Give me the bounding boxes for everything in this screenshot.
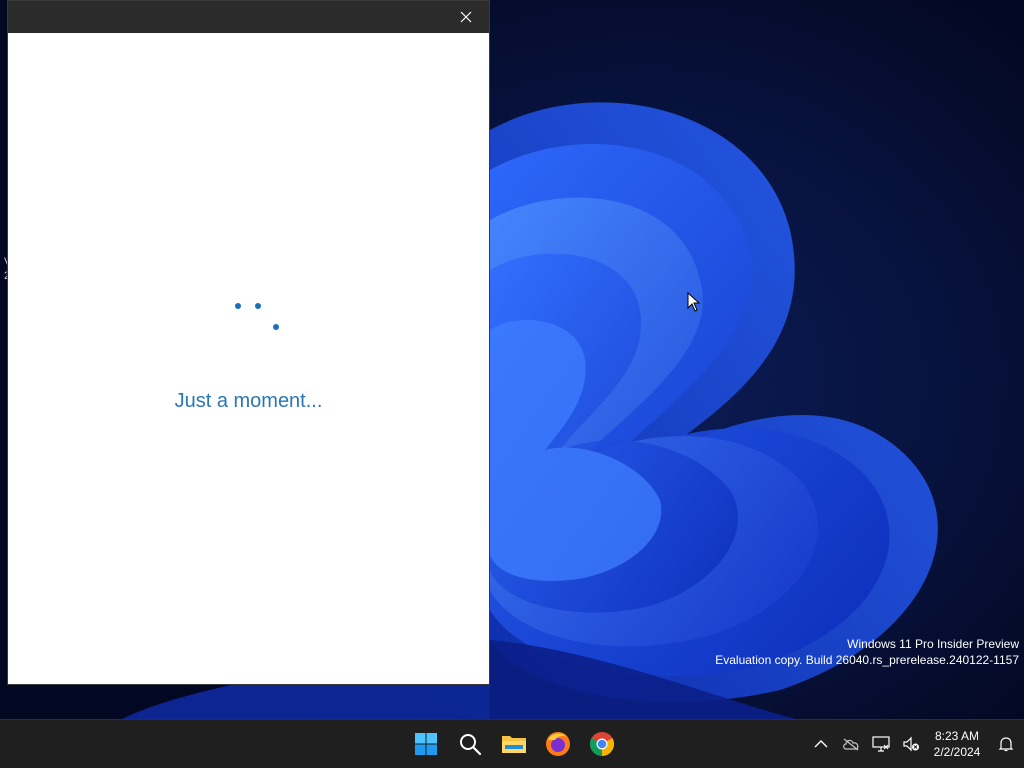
search-icon [460,734,482,756]
dialog-body: Just a moment... [8,33,489,684]
dialog-titlebar[interactable] [8,1,489,33]
firefox-button[interactable] [536,724,580,764]
notifications-button[interactable] [988,724,1024,764]
volume-muted-icon [903,736,919,752]
volume-button[interactable] [896,724,926,764]
clock-time: 8:23 AM [934,729,980,743]
start-button[interactable] [404,724,448,764]
watermark-line2: Evaluation copy. Build 26040.rs_prerelea… [715,653,1019,667]
close-button[interactable] [443,1,489,33]
status-text: Just a moment... [174,390,323,412]
firefox-icon [546,732,570,756]
search-button[interactable] [448,724,492,764]
network-button[interactable] [866,724,896,764]
network-offline-icon [843,738,859,751]
taskbar-pinned-apps [404,720,624,768]
chrome-icon [589,732,615,756]
close-icon [460,11,472,23]
show-hidden-icons-button[interactable] [806,724,836,764]
clock-date: 2/2/2024 [933,745,981,759]
file-explorer-icon [502,736,526,753]
spinner-dot [255,303,261,309]
file-explorer-button[interactable] [492,724,536,764]
mouse-pointer-icon [687,292,701,312]
chrome-button[interactable] [580,724,624,764]
windows-start-icon [415,733,437,755]
loading-spinner-icon [8,33,489,433]
evaluation-watermark: Windows 11 Pro Insider Preview Evaluatio… [715,636,1019,668]
spinner-dot [273,324,279,330]
sign-in-dialog: Just a moment... [8,1,489,684]
taskbar: 8:23 AM 2/2/2024 [0,719,1024,768]
spinner-dot [235,303,241,309]
clock[interactable]: 8:23 AM 2/2/2024 [926,728,988,760]
notification-bell-icon [998,737,1014,752]
system-tray: 8:23 AM 2/2/2024 [806,720,1024,768]
onedrive-button[interactable] [836,724,866,764]
watermark-line1: Windows 11 Pro Insider Preview [847,637,1019,651]
display-icon [872,736,890,752]
chevron-up-icon [814,740,828,748]
